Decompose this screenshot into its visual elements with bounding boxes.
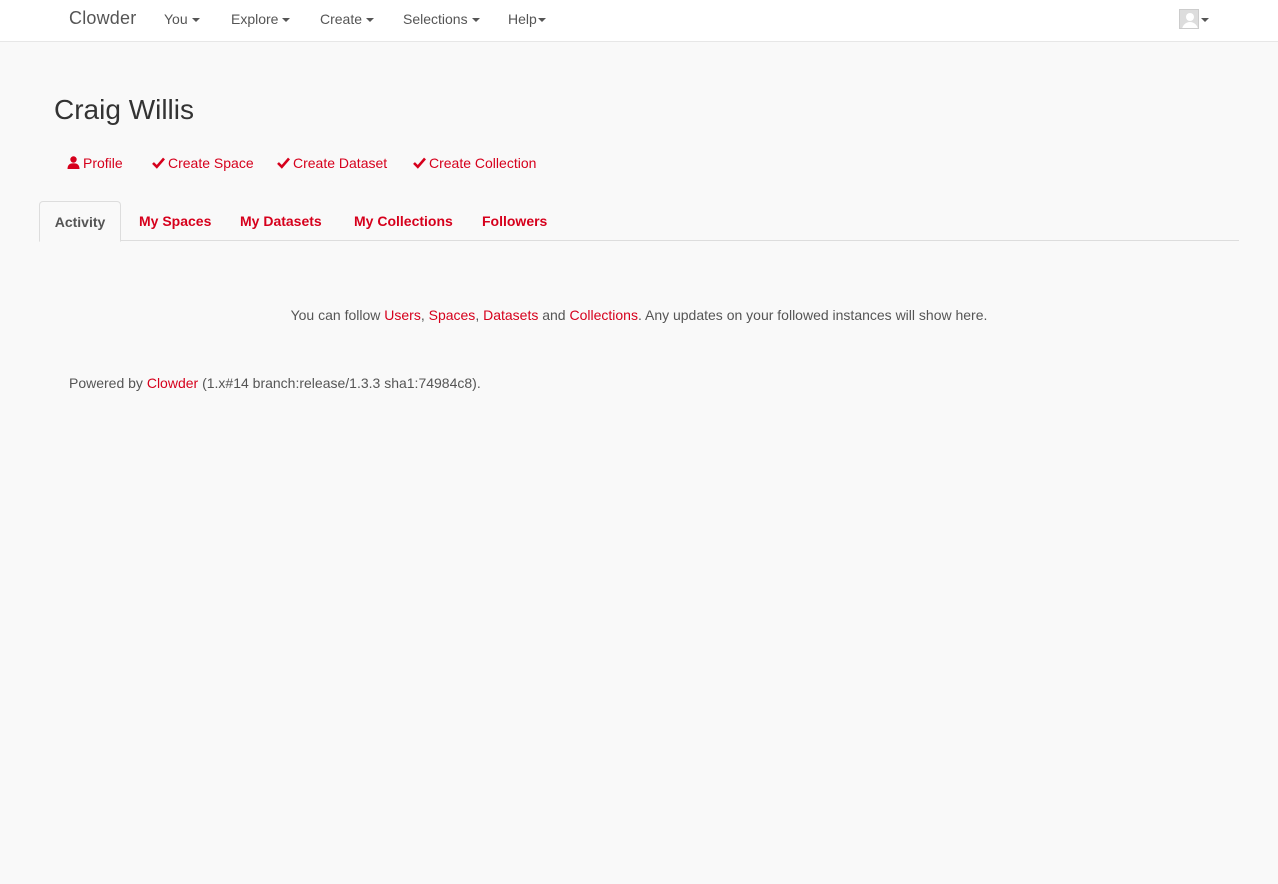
create-collection-label: Create Collection — [429, 155, 537, 171]
tab-my-collections[interactable]: My Collections — [354, 201, 453, 241]
nav-you-menu[interactable]: You — [164, 11, 200, 27]
chevron-down-icon — [1201, 18, 1209, 22]
nav-explore-label: Explore — [231, 11, 279, 27]
nav-explore-menu[interactable]: Explore — [231, 11, 291, 27]
users-link[interactable]: Users — [384, 307, 421, 323]
profile-link[interactable]: Profile — [67, 155, 123, 171]
separator-text: and — [538, 307, 570, 323]
separator-text: , — [475, 307, 484, 323]
avatar — [1179, 9, 1199, 29]
create-collection-link[interactable]: Create Collection — [413, 155, 536, 171]
top-navbar: Clowder You Explore Create Selections He… — [0, 0, 1278, 42]
spaces-link[interactable]: Spaces — [429, 307, 476, 323]
footer: Powered by Clowder (1.x#14 branch:releas… — [69, 375, 481, 391]
datasets-link[interactable]: Datasets — [483, 307, 538, 323]
chevron-down-icon — [282, 18, 291, 23]
footer-version-text: (1.x#14 branch:release/1.3.3 sha1:74984c… — [198, 375, 481, 391]
brand-link[interactable]: Clowder — [69, 8, 136, 29]
chevron-down-icon — [366, 18, 375, 23]
separator-text: , — [420, 307, 429, 323]
tab-activity[interactable]: Activity — [39, 201, 121, 242]
create-dataset-label: Create Dataset — [293, 155, 388, 171]
chevron-down-icon — [537, 18, 546, 23]
nav-help-label: Help — [508, 11, 537, 27]
create-space-label: Create Space — [168, 155, 254, 171]
nav-you-label: You — [164, 11, 188, 27]
create-space-link[interactable]: Create Space — [152, 155, 254, 171]
footer-prefix: Powered by — [69, 375, 147, 391]
profile-link-label: Profile — [83, 155, 123, 171]
check-icon — [413, 157, 426, 169]
nav-create-menu[interactable]: Create — [320, 11, 375, 27]
tab-my-datasets[interactable]: My Datasets — [240, 201, 322, 241]
page-title: Craig Willis — [54, 94, 194, 125]
nav-selections-menu[interactable]: Selections — [403, 11, 480, 27]
check-icon — [277, 157, 290, 169]
collections-link[interactable]: Collections — [569, 307, 637, 323]
chevron-down-icon — [471, 18, 480, 23]
footer-clowder-link[interactable]: Clowder — [147, 375, 198, 391]
nav-create-label: Create — [320, 11, 363, 27]
user-menu[interactable] — [1179, 9, 1211, 31]
create-dataset-link[interactable]: Create Dataset — [277, 155, 387, 171]
nav-selections-label: Selections — [403, 11, 468, 27]
tab-my-spaces[interactable]: My Spaces — [139, 201, 211, 241]
tab-followers[interactable]: Followers — [482, 201, 547, 241]
chevron-down-icon — [191, 18, 200, 23]
nav-help-menu[interactable]: Help — [508, 11, 546, 27]
check-icon — [152, 157, 165, 169]
activity-empty-message: You can follow Users, Spaces, Datasets a… — [0, 307, 1278, 323]
activity-message-text: You can follow — [290, 307, 385, 323]
user-icon — [67, 156, 80, 169]
activity-message-suffix: . Any updates on your followed instances… — [637, 307, 988, 323]
profile-tabs: Activity My Spaces My Datasets My Collec… — [39, 201, 1239, 242]
